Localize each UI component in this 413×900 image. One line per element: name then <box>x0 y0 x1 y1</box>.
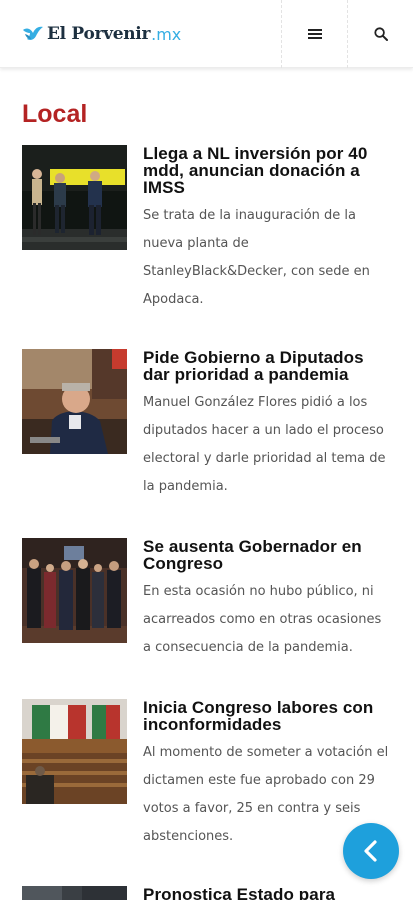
article-text: Pronostica Estado para <box>143 886 393 900</box>
section-title: Local <box>22 100 88 128</box>
article-text: Pide Gobierno a Diputados dar prioridad … <box>143 349 393 501</box>
article-item[interactable]: Llega a NL inversión por 40 mdd, anuncia… <box>22 145 397 335</box>
menu-button[interactable] <box>281 0 347 68</box>
article-thumbnail[interactable] <box>22 538 127 643</box>
article-thumbnail[interactable] <box>22 699 127 804</box>
article-text: Llega a NL inversión por 40 mdd, anuncia… <box>143 145 393 314</box>
article-description: En esta ocasión no hubo público, ni acar… <box>143 584 382 655</box>
logo-name: El Porvenir <box>47 24 151 44</box>
article-description: Manuel González Flores pidió a los diput… <box>143 395 386 494</box>
article-title[interactable]: Se ausenta Gobernador en Congreso <box>143 538 393 572</box>
article-item[interactable]: Inicia Congreso labores con inconformida… <box>22 699 397 864</box>
article-title[interactable]: Inicia Congreso labores con inconformida… <box>143 699 393 733</box>
logo-tld: .mx <box>151 24 182 44</box>
site-logo[interactable]: El Porvenir .mx <box>22 21 181 47</box>
article-text: Se ausenta Gobernador en Congreso En est… <box>143 538 393 662</box>
article-title[interactable]: Pide Gobierno a Diputados dar prioridad … <box>143 349 393 383</box>
article-item[interactable]: Pide Gobierno a Diputados dar prioridad … <box>22 349 397 519</box>
chevron-left-icon <box>364 840 377 862</box>
article-item[interactable]: Se ausenta Gobernador en Congreso En est… <box>22 538 397 688</box>
article-description: Se trata de la inauguración de la nueva … <box>143 208 370 307</box>
site-header: El Porvenir .mx <box>0 0 413 68</box>
article-item[interactable]: Pronostica Estado para <box>22 886 397 900</box>
bird-logo-icon <box>23 26 43 40</box>
back-fab-button[interactable] <box>343 823 399 879</box>
article-thumbnail[interactable] <box>22 349 127 454</box>
hamburger-menu-icon <box>307 29 322 39</box>
article-thumbnail[interactable] <box>22 886 127 900</box>
article-title[interactable]: Llega a NL inversión por 40 mdd, anuncia… <box>143 145 393 196</box>
search-button[interactable] <box>347 0 413 68</box>
article-title[interactable]: Pronostica Estado para <box>143 886 393 900</box>
article-thumbnail[interactable] <box>22 145 127 250</box>
search-icon <box>373 27 388 41</box>
